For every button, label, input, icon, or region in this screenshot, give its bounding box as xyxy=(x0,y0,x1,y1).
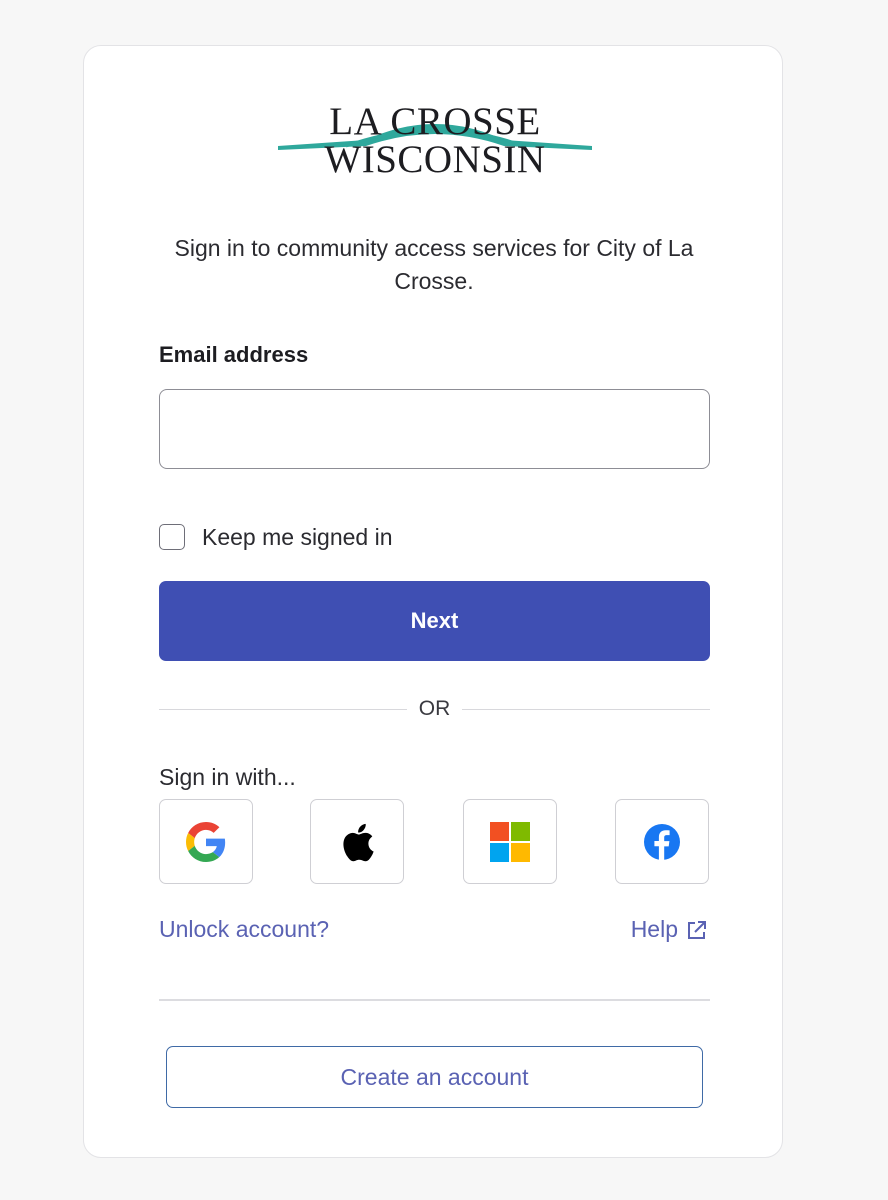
sign-in-with-heading: Sign in with... xyxy=(159,764,296,790)
email-label: Email address xyxy=(159,342,309,367)
keep-signed-in-label: Keep me signed in xyxy=(202,523,393,550)
external-link-icon xyxy=(688,920,706,939)
or-text: OR xyxy=(418,697,451,720)
separator-line-right xyxy=(462,708,710,710)
unlock-account-link[interactable]: Unlock account? xyxy=(159,916,329,943)
logo-line-2: WISCONSIN xyxy=(324,138,546,181)
logo-line-1: LA CROSSE xyxy=(329,100,541,143)
keep-signed-in-option[interactable]: Keep me signed in xyxy=(159,519,393,555)
apple-sign-in-button[interactable] xyxy=(310,799,404,884)
apple-icon xyxy=(343,823,374,861)
keep-signed-in-checkbox[interactable] xyxy=(159,524,185,550)
facebook-icon xyxy=(644,823,680,860)
next-button[interactable]: Next xyxy=(159,581,710,661)
facebook-sign-in-button[interactable] xyxy=(615,799,709,884)
email-input[interactable] xyxy=(159,389,710,469)
intro-text: Sign in to community access services for… xyxy=(174,235,694,294)
help-link[interactable]: Help xyxy=(631,916,708,943)
google-sign-in-button[interactable] xyxy=(159,799,253,884)
google-icon xyxy=(186,821,226,862)
or-separator: OR xyxy=(159,694,710,724)
microsoft-icon xyxy=(490,821,530,862)
help-link-label: Help xyxy=(630,916,678,942)
login-card: LA CROSSE WISCONSIN Sign in to community… xyxy=(83,45,783,1158)
section-divider xyxy=(159,999,710,1001)
microsoft-sign-in-button[interactable] xyxy=(463,799,557,884)
separator-line-left xyxy=(159,708,407,710)
city-logo: LA CROSSE WISCONSIN xyxy=(276,98,594,186)
create-account-button[interactable]: Create an account xyxy=(166,1046,703,1108)
